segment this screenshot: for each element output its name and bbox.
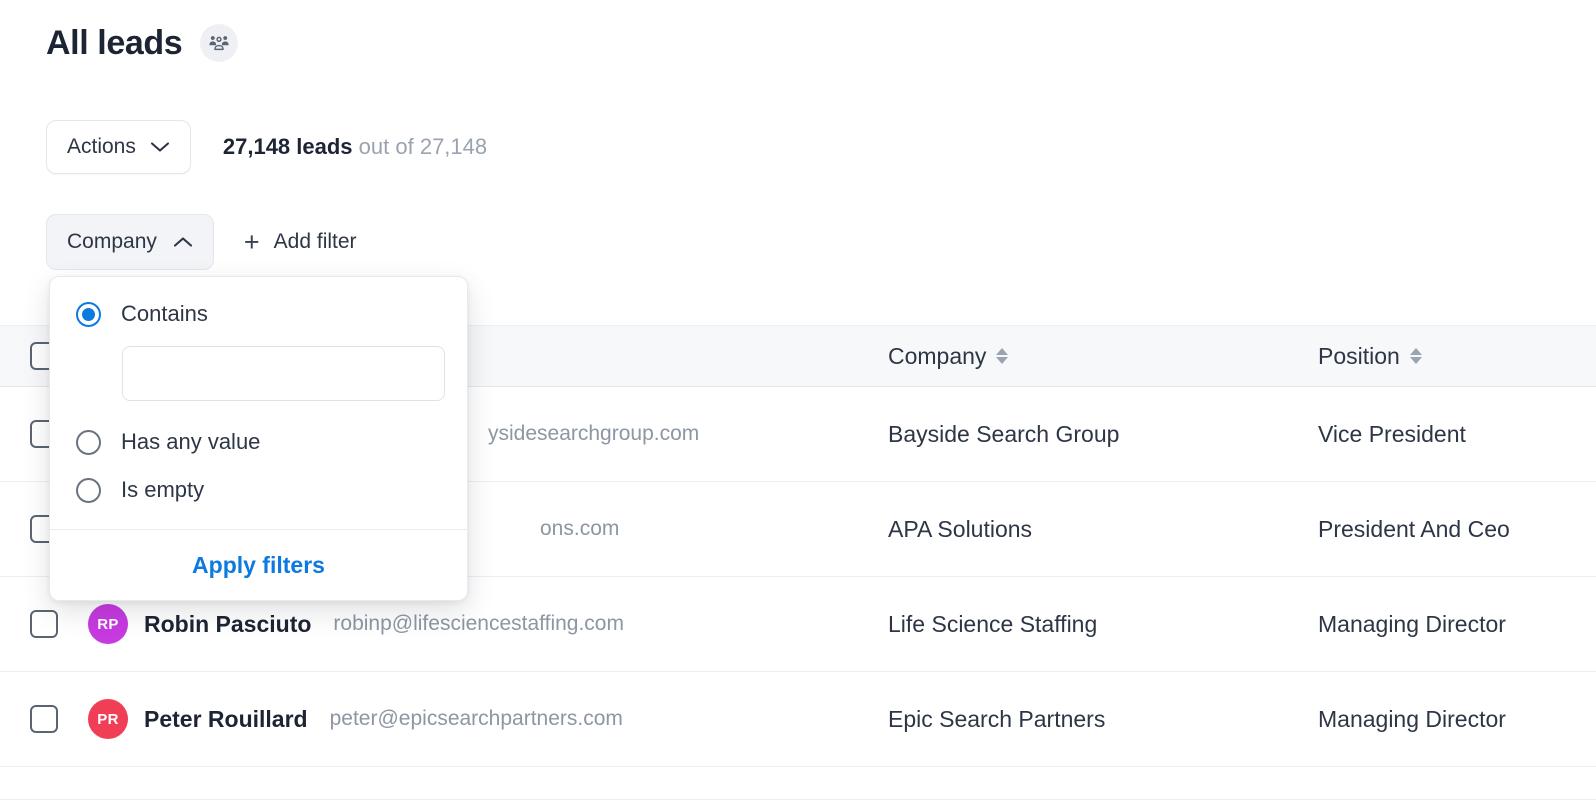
row-position-cell: Managing Director	[1296, 611, 1596, 638]
lead-email: peter@epicsearchpartners.com	[329, 707, 623, 730]
chevron-up-icon	[173, 230, 193, 254]
lead-name: Robin Pasciuto	[144, 610, 312, 637]
row-name-cell: RP Robin Pasciuto robinp@lifesciencestaf…	[88, 604, 866, 644]
radio-has-any-value[interactable]	[76, 429, 101, 455]
position-value: Managing Director	[1318, 610, 1506, 637]
leads-page: All leads Actions 27,148 leads out of 27…	[0, 0, 1596, 804]
filter-option-label: Is empty	[121, 477, 205, 502]
add-filter-button[interactable]: + Add filter	[243, 226, 357, 257]
lead-count-suffix: out of 27,148	[358, 134, 488, 159]
radio-is-empty[interactable]	[76, 477, 101, 503]
table-bottom-divider	[0, 799, 1596, 800]
header-position-label: Position	[1318, 342, 1400, 369]
filter-bar: Company + Add filter	[46, 214, 357, 270]
header-company-label: Company	[888, 342, 987, 369]
filter-option-label: Has any value	[121, 429, 261, 454]
row-select-cell	[0, 610, 88, 638]
row-company-cell: Bayside Search Group	[866, 421, 1296, 448]
row-company-cell: APA Solutions	[866, 516, 1296, 543]
sort-icon[interactable]	[1409, 348, 1422, 364]
row-company-cell: Life Science Staffing	[866, 611, 1296, 638]
filter-option-label: Contains	[121, 301, 208, 326]
add-filter-label: Add filter	[273, 230, 357, 253]
header-position-cell[interactable]: Position	[1296, 343, 1596, 370]
filter-option-contains[interactable]: Contains	[76, 301, 441, 327]
company-value: Life Science Staffing	[888, 610, 1098, 637]
apply-filters-button[interactable]: Apply filters	[186, 551, 331, 580]
toolbar: Actions 27,148 leads out of 27,148	[46, 120, 487, 174]
lead-count: 27,148 leads out of 27,148	[223, 134, 487, 160]
row-checkbox[interactable]	[30, 705, 58, 733]
position-value: Vice President	[1318, 420, 1466, 447]
lead-email: ons.com	[540, 517, 620, 540]
people-group-icon	[200, 24, 239, 62]
company-value: Epic Search Partners	[888, 705, 1106, 732]
table-row[interactable]: PR Peter Rouillard peter@epicsearchpartn…	[0, 672, 1596, 767]
row-checkbox[interactable]	[30, 610, 58, 638]
plus-icon: +	[243, 226, 260, 257]
company-value: APA Solutions	[888, 515, 1033, 542]
company-value: Bayside Search Group	[888, 420, 1120, 447]
filter-option-has-any-value[interactable]: Has any value	[76, 429, 441, 455]
lead-name: Peter Rouillard	[144, 705, 308, 732]
lead-count-value: 27,148 leads	[222, 134, 353, 159]
dropdown-footer: Apply filters	[50, 529, 467, 600]
page-header: All leads	[46, 24, 239, 62]
actions-button-label: Actions	[67, 135, 136, 158]
contains-input[interactable]	[122, 346, 445, 401]
row-position-cell: Vice President	[1296, 421, 1596, 448]
avatar: PR	[88, 699, 128, 739]
header-company-cell[interactable]: Company	[866, 343, 1296, 370]
row-company-cell: Epic Search Partners	[866, 706, 1296, 733]
company-filter-label: Company	[67, 230, 157, 253]
actions-button[interactable]: Actions	[46, 120, 191, 174]
filter-option-is-empty[interactable]: Is empty	[76, 477, 441, 503]
avatar: RP	[88, 604, 128, 644]
row-select-cell	[0, 705, 88, 733]
row-position-cell: President And Ceo	[1296, 516, 1596, 543]
chevron-down-icon	[150, 135, 170, 159]
lead-email: robinp@lifesciencestaffing.com	[333, 612, 624, 635]
row-position-cell: Managing Director	[1296, 706, 1596, 733]
radio-contains[interactable]	[76, 301, 101, 327]
position-value: President And Ceo	[1318, 515, 1510, 542]
sort-icon[interactable]	[996, 348, 1009, 364]
position-value: Managing Director	[1318, 705, 1506, 732]
row-name-cell: PR Peter Rouillard peter@epicsearchpartn…	[88, 699, 866, 739]
company-filter-button[interactable]: Company	[46, 214, 214, 270]
company-filter-dropdown: Contains Has any value Is empty Apply fi…	[49, 276, 468, 601]
lead-email: ysidesearchgroup.com	[488, 422, 700, 445]
page-title: All leads	[46, 24, 183, 62]
